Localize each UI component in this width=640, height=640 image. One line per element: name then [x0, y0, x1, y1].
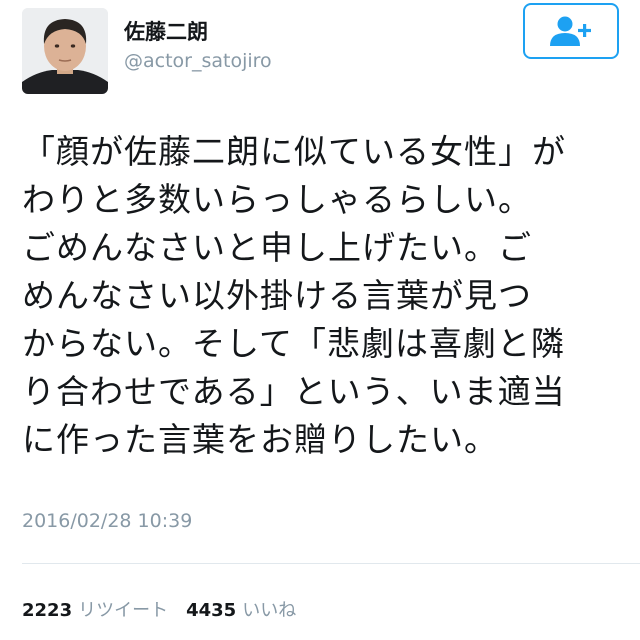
tweet-text-line: り合わせである」という、いま適当	[22, 372, 566, 411]
tweet-text: 「顔が佐藤二朗に似ている女性」が わりと多数いらっしゃるらしい。 ごめんなさいと…	[22, 128, 622, 464]
retweet-label[interactable]: リツイート	[78, 596, 168, 622]
like-label[interactable]: いいね	[242, 596, 296, 622]
tweet-text-line: ごめんなさいと申し上げたい。ご	[22, 228, 532, 267]
display-name[interactable]: 佐藤二朗	[124, 16, 208, 46]
tweet-timestamp[interactable]: 2016/02/28 10:39	[22, 510, 192, 532]
avatar[interactable]	[22, 8, 108, 94]
tweet-text-line: めんなさい以外掛ける言葉が見つ	[22, 276, 532, 315]
add-user-icon	[550, 16, 591, 46]
like-count[interactable]: 4435	[186, 600, 236, 621]
user-handle[interactable]: @actor_satojiro	[124, 50, 272, 72]
tweet-text-line: からない。そして「悲劇は喜劇と隣	[22, 324, 566, 363]
tweet-text-line: に作った言葉をお贈りしたい。	[22, 420, 498, 459]
retweet-count[interactable]: 2223	[22, 600, 72, 621]
divider	[22, 563, 640, 564]
tweet-stats: 2223 リツイート 4435 いいね	[22, 596, 296, 622]
follow-button[interactable]	[523, 3, 619, 59]
tweet-text-line: わりと多数いらっしゃるらしい。	[22, 180, 532, 219]
tweet-card: 佐藤二朗 @actor_satojiro 「顔が佐藤二朗に似ている女性」が わり…	[0, 0, 640, 640]
tweet-text-line: 「顔が佐藤二朗に似ている女性」が	[22, 132, 566, 171]
avatar-photo	[22, 8, 108, 94]
